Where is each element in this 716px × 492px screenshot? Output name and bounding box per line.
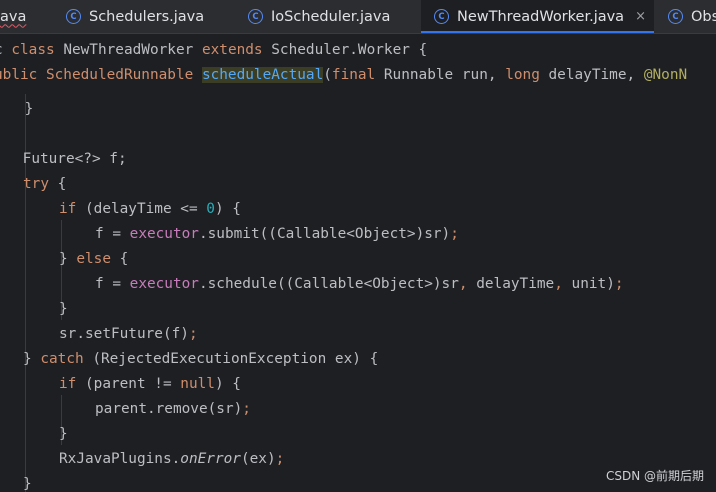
close-icon[interactable]: ×	[635, 9, 646, 24]
code-line: Future<?> f;	[0, 151, 127, 167]
code-line: if (delayTime <= 0) {	[59, 201, 241, 217]
code-editor[interactable]: c class NewThreadWorker extends Schedule…	[0, 34, 716, 492]
tab-label: IoScheduler.java	[271, 8, 391, 25]
tab-label: Schedulers.java	[89, 8, 205, 25]
code-line: }	[24, 101, 34, 117]
code-line: }	[59, 301, 68, 317]
editor-tab-bar: ava C Schedulers.java C IoScheduler.java…	[0, 0, 716, 34]
code-line: RxJavaPlugins.onError(ex);	[59, 451, 285, 467]
tab-label: Obs	[691, 8, 716, 25]
code-line: }	[23, 476, 32, 492]
tab-ioscheduler[interactable]: C IoScheduler.java	[248, 0, 390, 33]
tab-obs[interactable]: C Obs	[668, 0, 716, 33]
tab-schedulers[interactable]: C Schedulers.java	[66, 0, 204, 33]
watermark: CSDN @前期后期	[605, 469, 704, 483]
code-line: sr.setFuture(f);	[59, 326, 198, 342]
code-line: f = executor.schedule((Callable<Object>)…	[95, 276, 624, 292]
tab-label: ava	[0, 8, 27, 25]
code-line: f = executor.submit((Callable<Object>)sr…	[95, 226, 459, 242]
tab-partial-left[interactable]: ava	[0, 0, 26, 33]
java-class-icon: C	[66, 9, 81, 24]
java-class-icon: C	[668, 9, 683, 24]
code-line: } catch (RejectedExecutionException ex) …	[23, 351, 379, 367]
java-class-icon: C	[248, 9, 263, 24]
code-line: if (parent != null) {	[59, 376, 241, 392]
code-line: }	[59, 426, 68, 442]
method-name-highlight: scheduleActual	[201, 67, 324, 83]
code-line-class-decl: c class NewThreadWorker extends Schedule…	[0, 42, 428, 58]
tab-newthreadworker[interactable]: C NewThreadWorker.java ×	[421, 0, 654, 33]
code-line: } else {	[59, 251, 129, 267]
tab-label: NewThreadWorker.java	[457, 8, 625, 25]
code-line: try {	[23, 176, 67, 192]
code-line: parent.remove(sr);	[95, 401, 251, 417]
code-line-method-decl: ublic ScheduledRunnable scheduleActual(f…	[0, 67, 688, 83]
java-class-icon: C	[434, 9, 449, 24]
